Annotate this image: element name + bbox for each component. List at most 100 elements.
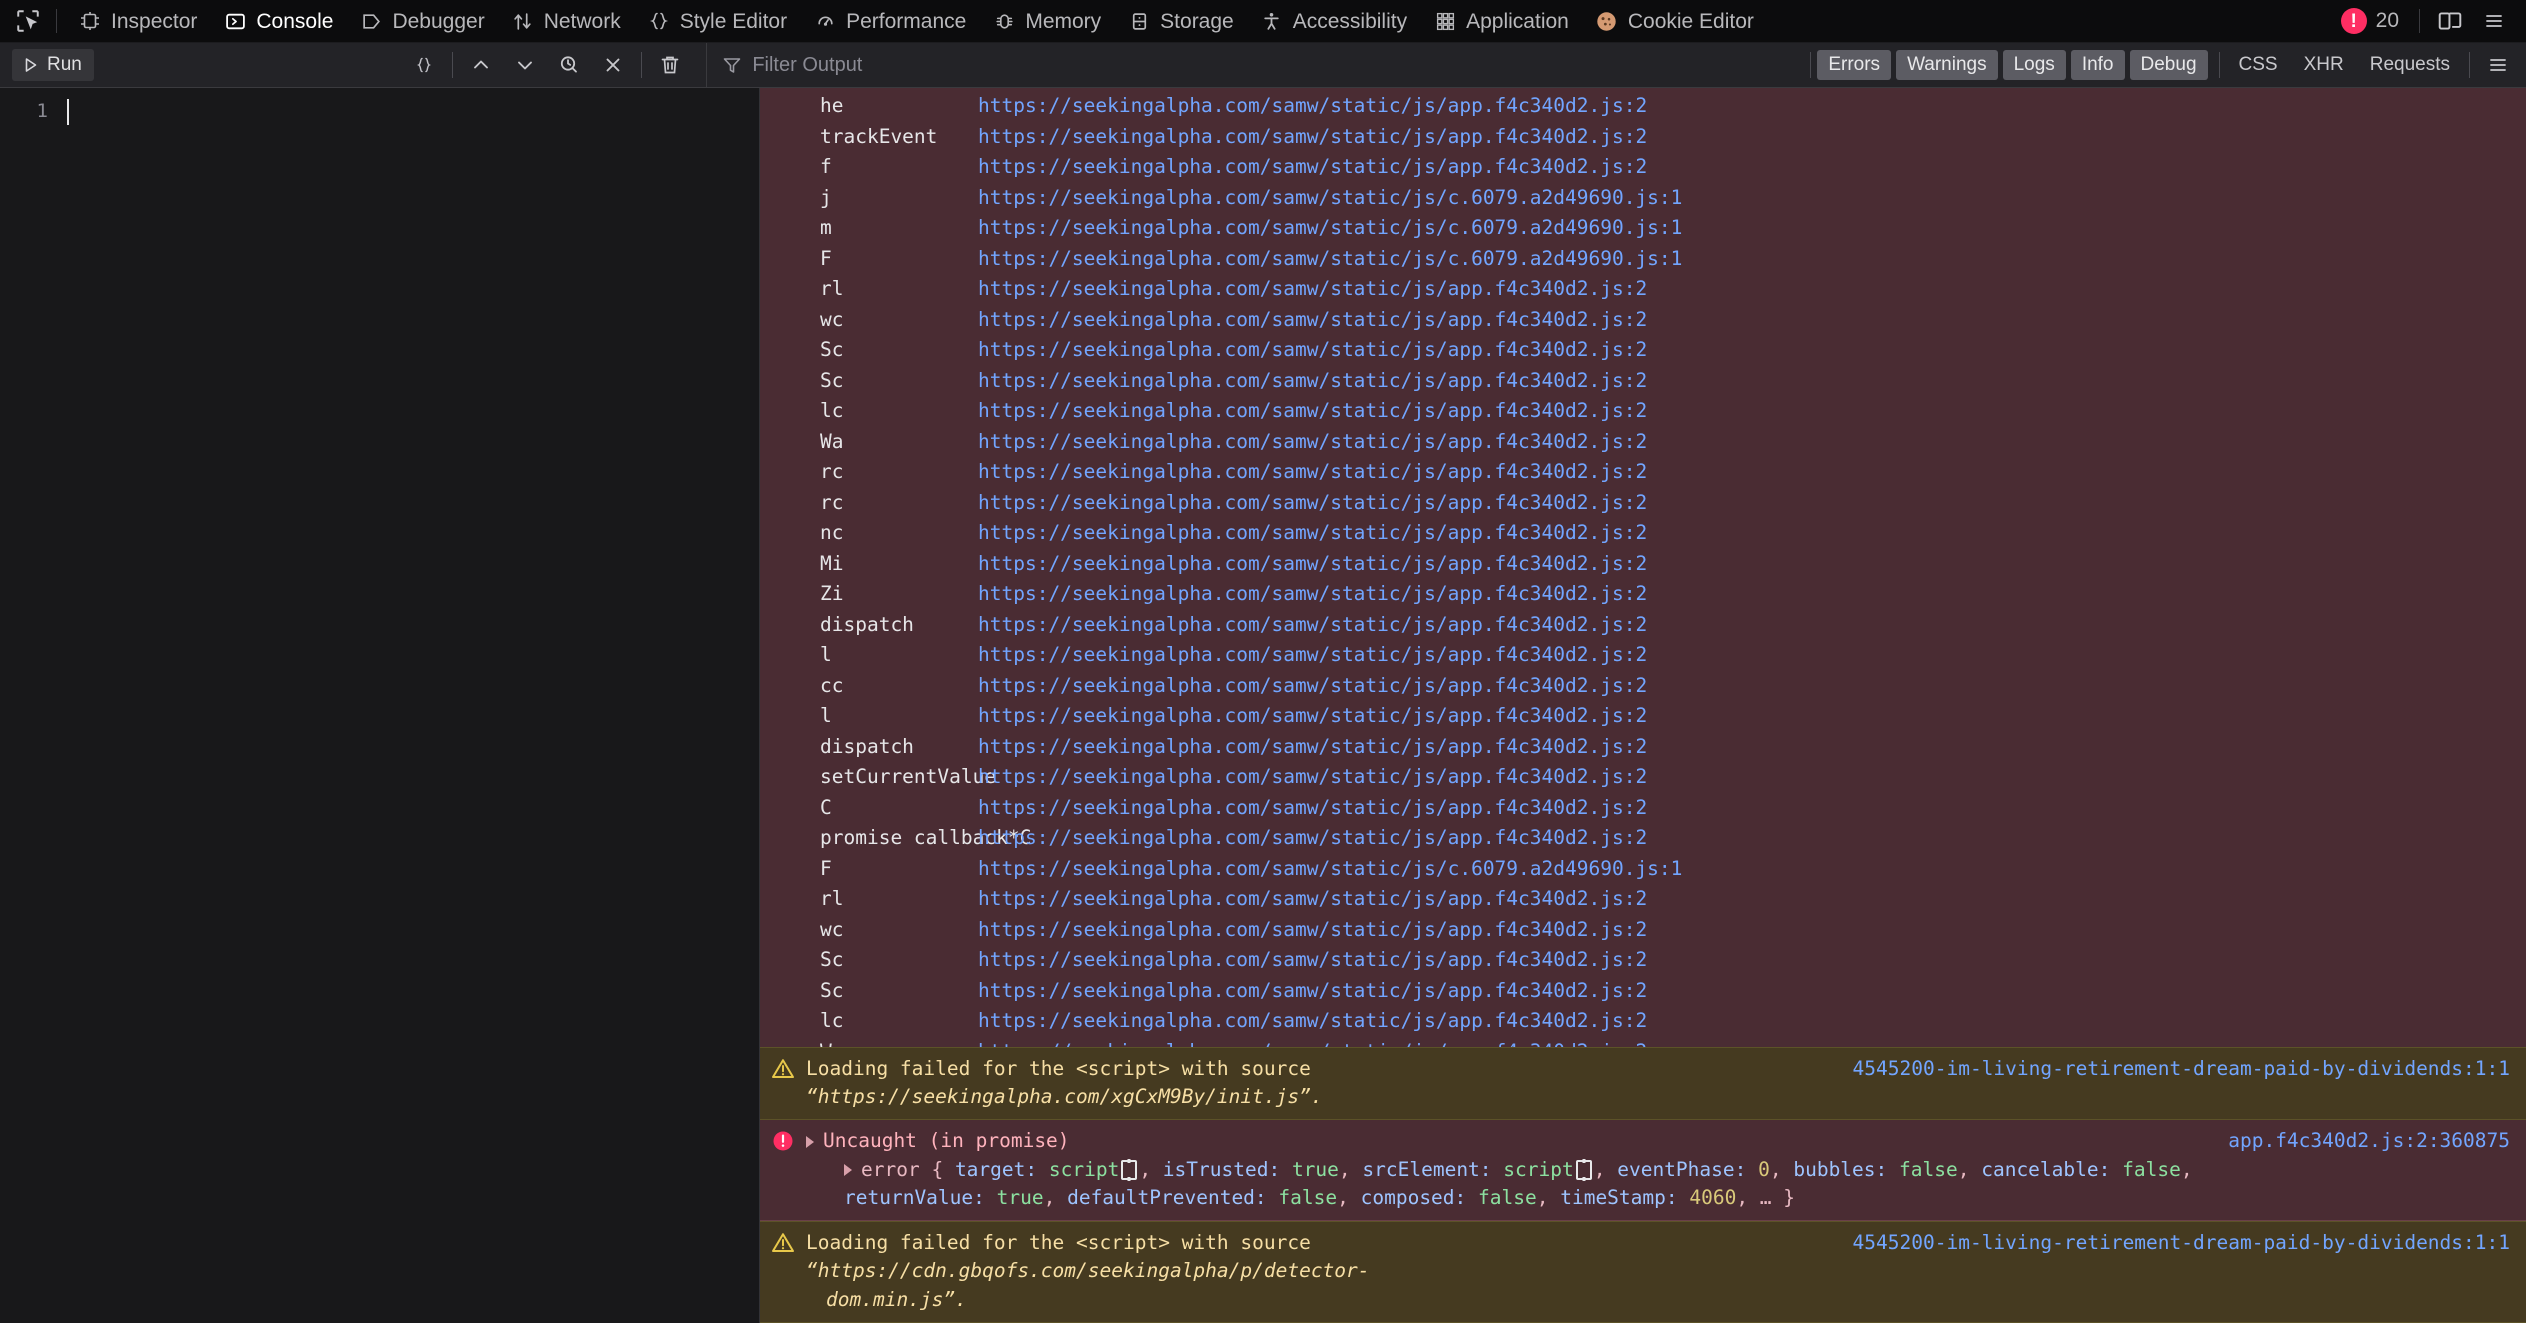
stack-trace-row[interactable]: Wahttps://seekingalpha.com/samw/static/j… [760, 1040, 2526, 1047]
stack-trace-row[interactable]: Mi https://seekingalpha.com/samw/static/j… [760, 552, 2526, 583]
filter-button-info[interactable]: Info [2070, 50, 2125, 80]
stack-frame-url[interactable]: https://seekingalpha.com/samw/static/js/… [978, 887, 1647, 910]
tab-cookie-editor[interactable]: Cookie Editor [1582, 0, 1767, 42]
pretty-print-icon[interactable] [402, 47, 446, 83]
tab-network[interactable]: Network [498, 0, 634, 42]
filter-button-logs[interactable]: Logs [2002, 50, 2066, 80]
stack-trace-row[interactable]: Fhttps://seekingalpha.com/samw/static/js… [760, 247, 2526, 278]
error-source-link[interactable]: app.f4c340d2.js:2:360875 [2228, 1127, 2526, 1152]
stack-frame-url[interactable]: https://seekingalpha.com/samw/static/js/… [978, 1040, 1647, 1047]
stack-trace-row[interactable]: l https://seekingalpha.com/samw/static/js… [760, 643, 2526, 674]
evaluation-context-icon[interactable] [547, 47, 591, 83]
warning-source-link[interactable]: 4545200-im-living-retirement-dream-paid-… [1853, 1055, 2526, 1080]
stack-trace-row[interactable]: setCurrentValue https://seekingalpha.com/… [760, 765, 2526, 796]
filter-button-xhr[interactable]: XHR [2291, 54, 2357, 76]
stack-trace-row[interactable]: wc https://seekingalpha.com/samw/static/j… [760, 308, 2526, 339]
multiline-editor-pane[interactable]: 1 [0, 88, 760, 1323]
run-button[interactable]: Run [12, 49, 94, 81]
stack-trace-row[interactable]: Sc https://seekingalpha.com/samw/static/j… [760, 338, 2526, 369]
stack-frame-url[interactable]: https://seekingalpha.com/samw/static/js/… [978, 186, 1682, 209]
history-previous-icon[interactable] [459, 47, 503, 83]
stack-frame-url[interactable]: https://seekingalpha.com/samw/static/js/… [978, 674, 1647, 697]
editor-input[interactable] [62, 88, 759, 1323]
stack-frame-url[interactable]: https://seekingalpha.com/samw/static/js/… [978, 1009, 1647, 1032]
stack-frame-url[interactable]: https://seekingalpha.com/samw/static/js/… [978, 552, 1647, 575]
stack-trace-row[interactable]: rl https://seekingalpha.com/samw/static/j… [760, 277, 2526, 308]
stack-frame-url[interactable]: https://seekingalpha.com/samw/static/js/… [978, 826, 1647, 849]
error-count-badge[interactable]: ! 20 [2329, 8, 2411, 34]
stack-trace-row[interactable]: Sc https://seekingalpha.com/samw/static/j… [760, 979, 2526, 1010]
stack-frame-url[interactable]: https://seekingalpha.com/samw/static/js/… [978, 460, 1647, 483]
console-warning-row[interactable]: Loading failed for the <script> with sou… [760, 1221, 2526, 1323]
stack-frame-url[interactable]: https://seekingalpha.com/samw/static/js/… [978, 247, 1682, 270]
stack-trace-row[interactable]: dispatch https://seekingalpha.com/samw/st… [760, 613, 2526, 644]
stack-trace-row[interactable]: lc https://seekingalpha.com/samw/static/j… [760, 399, 2526, 430]
tab-storage[interactable]: Storage [1114, 0, 1247, 42]
stack-frame-url[interactable]: https://seekingalpha.com/samw/static/js/… [978, 582, 1647, 605]
object-property-value[interactable]: script [1037, 1158, 1119, 1181]
object-property-value[interactable]: script [1492, 1158, 1573, 1181]
dom-node-badge-icon[interactable] [1121, 1159, 1138, 1180]
expand-arrow-icon[interactable] [806, 1135, 814, 1148]
expand-object-arrow-icon[interactable] [844, 1164, 852, 1177]
stack-frame-url[interactable]: https://seekingalpha.com/samw/static/js/… [978, 979, 1647, 1002]
stack-frame-url[interactable]: https://seekingalpha.com/samw/static/js/… [978, 918, 1647, 941]
stack-frame-url[interactable]: https://seekingalpha.com/samw/static/js/… [978, 796, 1647, 819]
stack-frame-url[interactable]: https://seekingalpha.com/samw/static/js/… [978, 338, 1647, 361]
clear-console-icon[interactable] [648, 47, 692, 83]
tab-application[interactable]: Application [1420, 0, 1582, 42]
stack-trace-row[interactable]: m https://seekingalpha.com/samw/static/js… [760, 216, 2526, 247]
filter-input[interactable]: Filter Output [721, 48, 1804, 82]
stack-trace-row[interactable]: Chttps://seekingalpha.com/samw/static/js… [760, 796, 2526, 827]
console-error-row[interactable]: Uncaught (in promise) error { target: sc… [760, 1120, 2526, 1222]
stack-trace-row[interactable]: rl https://seekingalpha.com/samw/static/j… [760, 887, 2526, 918]
stack-frame-url[interactable]: https://seekingalpha.com/samw/static/js/… [978, 369, 1647, 392]
tab-debugger[interactable]: Debugger [346, 0, 497, 42]
element-picker-icon[interactable] [8, 3, 48, 39]
stack-trace-row[interactable]: lc https://seekingalpha.com/samw/static/j… [760, 1009, 2526, 1040]
filter-button-debug[interactable]: Debug [2129, 50, 2208, 80]
stack-trace-row[interactable]: nc https://seekingalpha.com/samw/static/j… [760, 521, 2526, 552]
stack-trace-row[interactable]: rc https://seekingalpha.com/samw/static/j… [760, 491, 2526, 522]
filter-button-requests[interactable]: Requests [2357, 54, 2463, 76]
devtools-options-icon[interactable] [2472, 3, 2516, 39]
filter-button-errors[interactable]: Errors [1817, 50, 1892, 80]
console-warning-row[interactable]: Loading failed for the <script> with sou… [760, 1046, 2526, 1121]
stack-frame-url[interactable]: https://seekingalpha.com/samw/static/js/… [978, 308, 1647, 331]
stack-frame-url[interactable]: https://seekingalpha.com/samw/static/js/… [978, 399, 1647, 422]
stack-frame-url[interactable]: https://seekingalpha.com/samw/static/js/… [978, 216, 1682, 239]
stack-frame-url[interactable]: https://seekingalpha.com/samw/static/js/… [978, 155, 1647, 178]
stack-trace-row[interactable]: Zi https://seekingalpha.com/samw/static/j… [760, 582, 2526, 613]
stack-trace-row[interactable]: he https://seekingalpha.com/samw/static/j… [760, 94, 2526, 125]
stack-trace-row[interactable]: Wahttps://seekingalpha.com/samw/static/j… [760, 430, 2526, 461]
stack-trace-row[interactable]: promise callback*C https://seekingalpha.c… [760, 826, 2526, 857]
stack-frame-url[interactable]: https://seekingalpha.com/samw/static/js/… [978, 491, 1647, 514]
responsive-design-mode-icon[interactable] [2428, 3, 2472, 39]
stack-trace-row[interactable]: Sc https://seekingalpha.com/samw/static/j… [760, 948, 2526, 979]
stack-trace-row[interactable]: j https://seekingalpha.com/samw/static/js… [760, 186, 2526, 217]
stack-frame-url[interactable]: https://seekingalpha.com/samw/static/js/… [978, 521, 1647, 544]
stack-frame-url[interactable]: https://seekingalpha.com/samw/static/js/… [978, 704, 1647, 727]
stack-trace-row[interactable]: f https://seekingalpha.com/samw/static/js… [760, 155, 2526, 186]
tab-memory[interactable]: Memory [979, 0, 1114, 42]
stack-frame-url[interactable]: https://seekingalpha.com/samw/static/js/… [978, 765, 1647, 788]
stack-frame-url[interactable]: https://seekingalpha.com/samw/static/js/… [978, 277, 1647, 300]
warning-source-link[interactable]: 4545200-im-living-retirement-dream-paid-… [1853, 1229, 2526, 1254]
console-settings-icon[interactable] [2476, 47, 2520, 83]
filter-button-css[interactable]: CSS [2226, 54, 2291, 76]
tab-accessibility[interactable]: Accessibility [1247, 0, 1420, 42]
stack-frame-url[interactable]: https://seekingalpha.com/samw/static/js/… [978, 94, 1647, 117]
close-editor-icon[interactable] [591, 47, 635, 83]
stack-frame-url[interactable]: https://seekingalpha.com/samw/static/js/… [978, 643, 1647, 666]
tab-inspector[interactable]: Inspector [65, 0, 210, 42]
stack-trace-row[interactable]: dispatch https://seekingalpha.com/samw/st… [760, 735, 2526, 766]
stack-trace-row[interactable]: Fhttps://seekingalpha.com/samw/static/js… [760, 857, 2526, 888]
filter-button-warnings[interactable]: Warnings [1896, 50, 1998, 80]
stack-frame-url[interactable]: https://seekingalpha.com/samw/static/js/… [978, 430, 1647, 453]
stack-trace-row[interactable]: cc https://seekingalpha.com/samw/static/j… [760, 674, 2526, 705]
stack-frame-url[interactable]: https://seekingalpha.com/samw/static/js/… [978, 735, 1647, 758]
stack-trace-row[interactable]: Sc https://seekingalpha.com/samw/static/j… [760, 369, 2526, 400]
stack-frame-url[interactable]: https://seekingalpha.com/samw/static/js/… [978, 857, 1682, 880]
stack-trace-row[interactable]: l https://seekingalpha.com/samw/static/js… [760, 704, 2526, 735]
stack-trace-row[interactable]: rc https://seekingalpha.com/samw/static/j… [760, 460, 2526, 491]
